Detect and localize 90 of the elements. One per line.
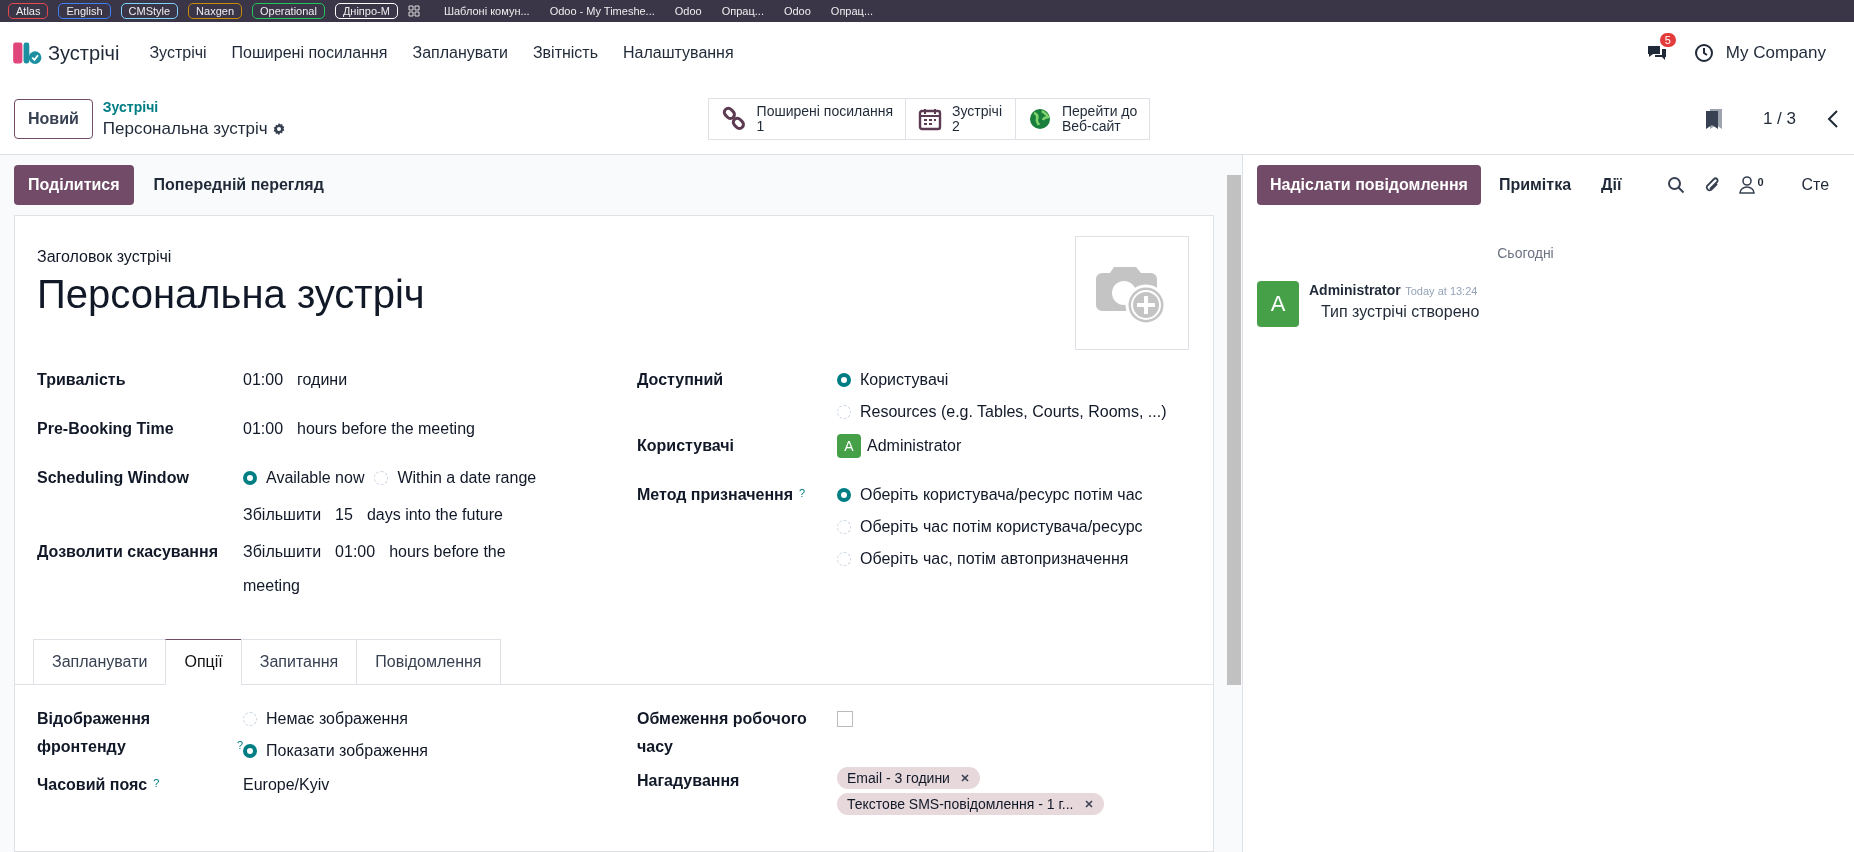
activities-button[interactable]: Дії xyxy=(1589,176,1634,194)
radio-button[interactable] xyxy=(243,471,257,485)
menu-item[interactable]: Звітність xyxy=(532,44,599,62)
bookmark[interactable]: CMStyle xyxy=(120,3,179,19)
field-label: Метод призначення xyxy=(637,485,794,505)
radio-label: Користувачі xyxy=(860,370,949,390)
message-time: Today at 13:24 xyxy=(1405,285,1478,297)
bookmark[interactable]: Дніпро-М xyxy=(334,3,398,19)
field-label: Доступний xyxy=(637,370,724,390)
company-switcher[interactable]: My Company xyxy=(1725,43,1826,63)
tab[interactable]: Опції xyxy=(165,639,242,685)
person-icon[interactable] xyxy=(1739,176,1756,194)
chevron-left-icon[interactable] xyxy=(1826,109,1840,129)
new-button[interactable]: Новий xyxy=(14,99,93,139)
action-button[interactable]: Попередній перегляд xyxy=(139,165,338,205)
radio-label: Оберіть час, потім автопризначення xyxy=(860,549,1129,569)
radio-label: Resources (e.g. Tables, Courts, Rooms, ...) xyxy=(860,402,1167,422)
scrollbar-thumb[interactable] xyxy=(1227,175,1241,685)
field-value: Збільшити 01:00 hours before the meeting xyxy=(243,542,507,596)
date-separator: Сьогодні xyxy=(1497,245,1554,261)
field-value: 01:00 hours before the meeting xyxy=(243,419,475,439)
menu-item[interactable]: Запланувати xyxy=(412,44,508,62)
breadcrumb-link[interactable]: Зустрічі xyxy=(102,99,286,115)
radio-label: Немає зображення xyxy=(266,709,408,729)
field-value: 01:00 години xyxy=(243,370,348,390)
field-label: Відображення фронтенду xyxy=(37,709,152,757)
record-title[interactable]: Персональна зустріч xyxy=(37,272,425,317)
radio-button[interactable] xyxy=(243,744,257,758)
bookmark[interactable]: Шаблоні комун... xyxy=(443,5,540,17)
field-label: Заголовок зустрічі xyxy=(37,248,173,266)
tag: Текстове SMS-повідомлення - 1 г... xyxy=(837,793,1104,815)
help-mark[interactable]: ? xyxy=(799,487,806,499)
bookmark[interactable]: Atlas xyxy=(8,3,49,19)
menu-item[interactable]: Поширені посилання xyxy=(231,44,388,62)
help-mark[interactable]: ? xyxy=(236,739,243,751)
pager-value[interactable]: 1 / 3 xyxy=(1762,109,1796,129)
bookmark[interactable]: English xyxy=(58,3,111,19)
field-label: Обмеження робочого часу xyxy=(637,709,808,757)
field-label: Нагадування xyxy=(637,771,740,791)
checkbox[interactable] xyxy=(837,711,853,727)
action-button[interactable]: Поділитися xyxy=(14,165,134,205)
avatar: A xyxy=(1257,281,1299,327)
follower-count: 0 xyxy=(1757,176,1764,188)
close-icon[interactable] xyxy=(959,773,970,783)
field-label: Користувачі xyxy=(637,436,735,456)
message-body: Тип зустрічі створено xyxy=(1321,303,1480,321)
bookmark[interactable]: Odoo - My Timeshe... xyxy=(549,5,665,17)
bookmark[interactable]: Operational xyxy=(252,3,325,19)
clock-icon[interactable] xyxy=(1693,43,1714,63)
tag: Email - 3 години xyxy=(837,767,980,789)
field-label: Дозволити скасування xyxy=(37,542,218,562)
bookmark[interactable]: Odoo xyxy=(674,5,712,17)
field-value: Europe/Kyiv xyxy=(243,775,330,795)
message-author[interactable]: Administrator xyxy=(1309,282,1401,298)
avatar: A xyxy=(837,434,861,458)
close-icon[interactable] xyxy=(1083,799,1094,809)
bookmark[interactable]: Odoo xyxy=(783,5,821,17)
bookmark-icon[interactable] xyxy=(1704,108,1723,130)
radio-label: Оберіть час потім користувача/ресурс xyxy=(860,517,1143,537)
grid-icon[interactable] xyxy=(407,5,420,17)
help-mark[interactable]: ? xyxy=(153,777,160,789)
radio-button[interactable] xyxy=(837,373,851,387)
globe-icon xyxy=(1028,107,1052,131)
link-icon xyxy=(720,106,747,132)
tab[interactable]: Повідомлення xyxy=(356,639,501,684)
notification-badge: 5 xyxy=(1659,33,1676,47)
bookmark[interactable]: Опрац... xyxy=(830,5,884,17)
field-label: Тривалість xyxy=(37,370,126,390)
user-name[interactable]: Administrator xyxy=(867,432,962,460)
follow-button[interactable]: Сте xyxy=(1789,176,1842,194)
field-label: Scheduling Window xyxy=(37,468,189,488)
bookmark[interactable]: Naxgen xyxy=(188,3,243,19)
record-name: Персональна зустріч xyxy=(102,119,268,139)
radio-label: Показати зображення xyxy=(266,741,428,761)
bookmark[interactable]: Опрац... xyxy=(721,5,774,17)
radio-label: Оберіть користувача/ресурс потім час xyxy=(860,485,1143,505)
send-message-button[interactable]: Надіслати повідомлення xyxy=(1257,165,1481,205)
gear-icon[interactable] xyxy=(271,122,286,136)
radio-button[interactable] xyxy=(837,488,851,502)
menu-item[interactable]: Зустрічі xyxy=(149,44,207,62)
field-value: Збільшити 15 days into the future xyxy=(243,505,504,525)
menu-item[interactable]: Налаштування xyxy=(623,44,734,62)
search-icon[interactable] xyxy=(1667,176,1686,194)
radio-label: Available now xyxy=(266,468,365,488)
app-name[interactable]: Зустрічі xyxy=(48,41,120,65)
radio-label: Within a date range xyxy=(397,468,537,488)
field-label: Pre-Booking Time xyxy=(37,419,174,439)
field-label: Часовий пояс xyxy=(37,775,148,795)
log-note-button[interactable]: Примітка xyxy=(1486,176,1584,194)
calendar-icon xyxy=(918,107,942,131)
